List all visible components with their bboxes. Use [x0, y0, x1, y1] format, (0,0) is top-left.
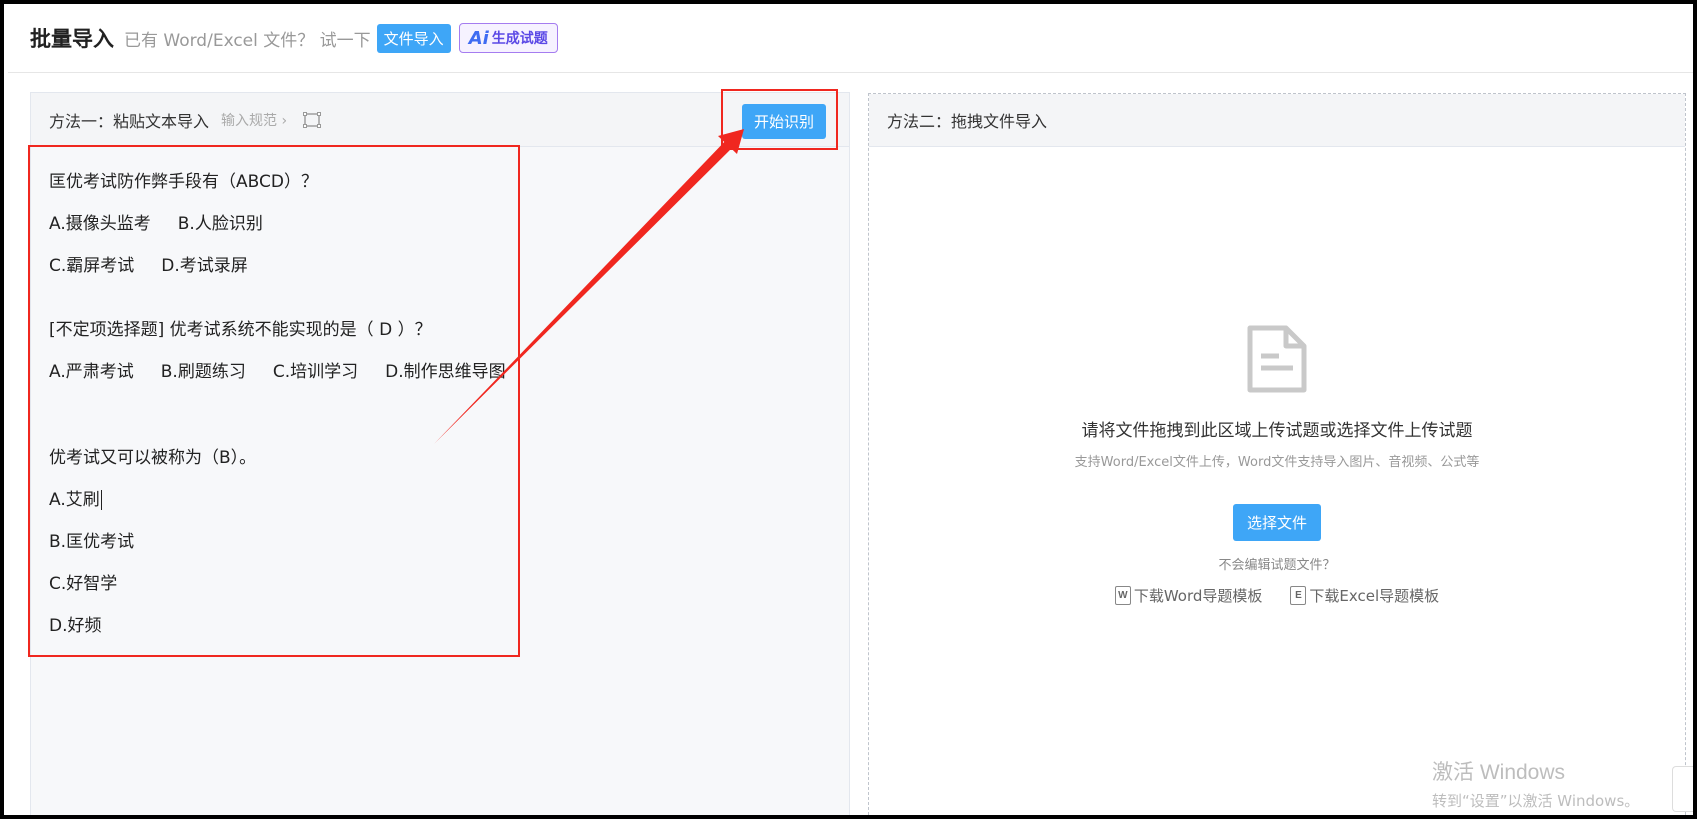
ai-logo-icon: Ai: [468, 27, 489, 49]
fullscreen-icon[interactable]: [303, 111, 322, 128]
app-frame: 批量导入 已有 Word/Excel 文件？ 试一下 文件导入 Ai 生成试题 …: [0, 0, 1697, 819]
ai-generate-button[interactable]: Ai 生成试题: [458, 23, 558, 53]
editor-blank-line: [49, 287, 831, 309]
editor-line: B.匡优考试: [49, 532, 135, 552]
word-file-icon: W: [1114, 586, 1131, 605]
input-rules-link[interactable]: 输入规范 ›: [221, 110, 287, 130]
drop-sub-tip: 支持Word/Excel文件上传，Word文件支持导入图片、音视频、公式等: [1074, 455, 1480, 470]
choose-file-button[interactable]: 选择文件: [1232, 504, 1321, 541]
no-edit-tip: 不会编辑试题文件？: [1218, 558, 1336, 573]
editor-blank-line: [49, 393, 831, 415]
file-import-button[interactable]: 文件导入: [376, 23, 451, 53]
editor-line-text: A.艾刷: [49, 490, 100, 510]
text-caret: [100, 490, 102, 510]
excel-template-label: 下载Excel导题模板: [1309, 587, 1440, 605]
download-excel-template-link[interactable]: E 下载Excel导题模板: [1290, 585, 1439, 606]
import-hint: 已有 Word/Excel 文件？ 试一下: [124, 30, 371, 51]
paste-panel-header: 方法一：粘贴文本导入 输入规范 › 开始识别: [31, 93, 849, 147]
drag-import-panel[interactable]: 方法二：拖拽文件导入 请将文件拖拽到此区域上传试题或选择文件上传试题 支持Wor…: [868, 93, 1686, 815]
drag-panel-title: 方法二：拖拽文件导入: [887, 112, 1048, 131]
watermark-subtitle: 转到“设置”以激活 Windows。: [1432, 792, 1640, 810]
editor-line-active: A.艾刷: [49, 479, 831, 521]
editor-line: C.好智学: [49, 574, 118, 594]
drop-zone[interactable]: 请将文件拖拽到此区域上传试题或选择文件上传试题 支持Word/Excel文件上传…: [869, 324, 1685, 606]
editor-line: A.摄像头监考 B.人脸识别: [49, 214, 263, 234]
ai-generate-label: 生成试题: [491, 31, 548, 47]
editor-line: A.严肃考试 B.刷题练习 C.培训学习 D.制作思维导图: [49, 362, 506, 382]
editor-line: 匡优考试防作弊手段有（ABCD）？: [49, 172, 318, 192]
start-recognition-button[interactable]: 开始识别: [741, 104, 826, 139]
paste-panel-title: 方法一：粘贴文本导入: [49, 111, 210, 131]
word-template-label: 下载Word导题模板: [1133, 587, 1263, 605]
page-title: 批量导入: [30, 27, 114, 51]
editor-line: 优考试又可以被称为（B）。: [49, 448, 257, 468]
watermark-title: 激活 Windows: [1432, 761, 1566, 784]
drop-main-tip: 请将文件拖拽到此区域上传试题或选择文件上传试题: [1081, 421, 1473, 441]
paste-text-editor[interactable]: 匡优考试防作弊手段有（ABCD）？ A.摄像头监考 B.人脸识别 C.霸屏考试 …: [31, 147, 849, 815]
editor-line: [不定项选择题] 优考试系统不能实现的是（ D ）？: [49, 320, 432, 340]
document-icon: [1246, 324, 1308, 398]
excel-file-icon: E: [1290, 586, 1307, 605]
paste-import-panel: 方法一：粘贴文本导入 输入规范 › 开始识别 匡优考试防作弊手段有（ABCD）？…: [30, 92, 850, 815]
drag-panel-header: 方法二：拖拽文件导入: [869, 94, 1685, 147]
template-links: W 下载Word导题模板 E 下载Excel导题模板: [869, 585, 1685, 606]
windows-activation-watermark: 激活 Windows 转到“设置”以激活 Windows。: [1432, 756, 1639, 811]
side-edge-tab[interactable]: [1672, 766, 1693, 812]
editor-blank-line: [49, 415, 831, 437]
editor-line: D.好频: [49, 616, 102, 636]
editor-line: C.霸屏考试 D.考试录屏: [49, 256, 248, 276]
download-word-template-link[interactable]: W 下载Word导题模板: [1114, 585, 1263, 606]
top-bar: 批量导入 已有 Word/Excel 文件？ 试一下 文件导入 Ai 生成试题: [8, 4, 1693, 73]
